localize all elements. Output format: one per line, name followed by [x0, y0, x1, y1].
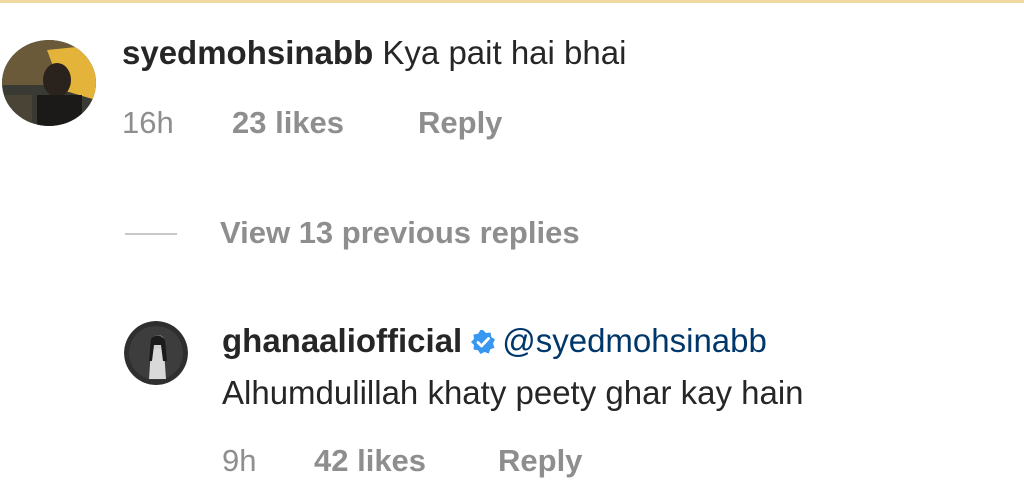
comment-username[interactable]: syedmohsinabb	[122, 34, 373, 71]
replies-divider	[125, 233, 177, 235]
reply-reply-button[interactable]: Reply	[498, 443, 582, 479]
verified-badge-icon	[470, 325, 496, 363]
reply-header: ghanaaliofficial @syedmohsinabb	[222, 322, 767, 363]
top-border	[0, 0, 1024, 3]
reply-likes[interactable]: 42 likes	[314, 443, 426, 479]
comment-line: syedmohsinabb Kya pait hai bhai	[122, 34, 626, 72]
comment-text: Kya pait hai bhai	[382, 34, 627, 71]
avatar[interactable]	[2, 40, 96, 126]
reply-text: Alhumdulillah khaty peety ghar kay hain	[222, 374, 804, 411]
reply-avatar[interactable]	[124, 321, 188, 385]
reply-time: 9h	[222, 443, 257, 478]
view-previous-replies-button[interactable]: View 13 previous replies	[220, 215, 580, 251]
comment-likes[interactable]: 23 likes	[232, 105, 344, 141]
comment-reply-button[interactable]: Reply	[418, 105, 502, 141]
reply-username[interactable]: ghanaaliofficial	[222, 322, 462, 359]
comment-time: 16h	[122, 105, 174, 140]
reply-mention-link[interactable]: @syedmohsinabb	[502, 322, 767, 359]
